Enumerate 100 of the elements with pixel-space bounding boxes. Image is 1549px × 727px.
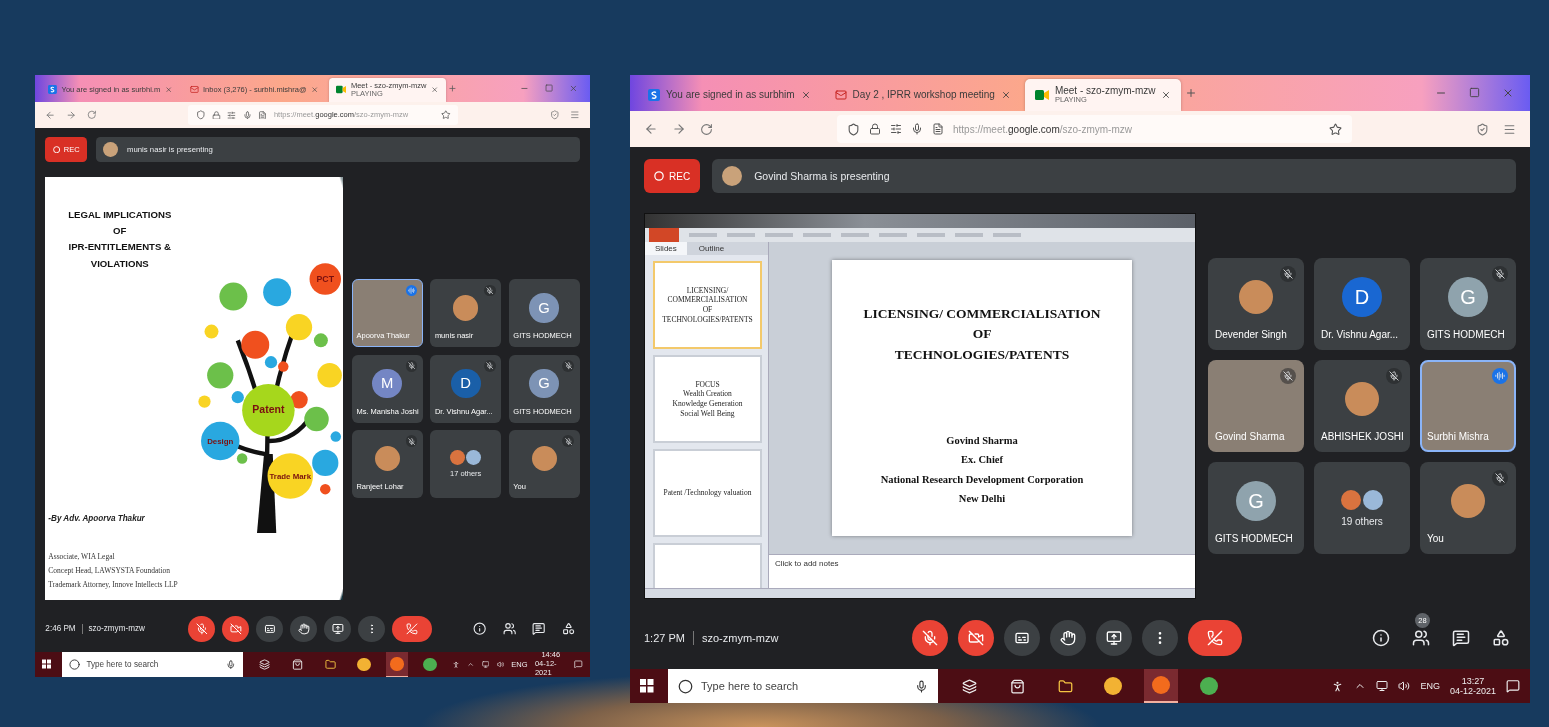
record-icon xyxy=(52,146,61,154)
video-tile[interactable]: Surbhi Mishra xyxy=(1420,360,1516,452)
shield-check-icon[interactable] xyxy=(1476,122,1489,136)
close-icon[interactable] xyxy=(310,86,319,94)
phone-off-icon xyxy=(406,623,419,635)
slide-detail: New Delhi xyxy=(958,492,1006,506)
maximize-icon[interactable] xyxy=(1469,87,1480,98)
browser-icon[interactable] xyxy=(1144,669,1178,703)
chat-button[interactable] xyxy=(532,622,546,636)
camera-button[interactable] xyxy=(958,620,994,656)
participant-tile[interactable]: 19 others xyxy=(1314,462,1410,554)
notes-field[interactable]: Click to add notes xyxy=(769,554,1195,588)
people-icon xyxy=(1412,629,1430,647)
info-icon xyxy=(473,622,487,636)
sliders-icon xyxy=(890,123,902,135)
microphone-button[interactable] xyxy=(912,620,948,656)
close-icon[interactable] xyxy=(800,90,811,100)
browser-icon[interactable] xyxy=(385,651,409,677)
shapes-icon xyxy=(561,622,576,636)
new-tab-icon[interactable] xyxy=(1185,87,1198,99)
mic-icon[interactable] xyxy=(915,679,928,693)
meeting-time: 2:46 PM xyxy=(45,624,76,634)
search-circle-icon xyxy=(69,658,81,670)
captions-icon xyxy=(263,623,276,635)
search-field[interactable]: Type here to search xyxy=(86,659,221,669)
clock-time[interactable]: 13:27 xyxy=(1461,675,1485,686)
leave-call-button[interactable] xyxy=(392,615,433,643)
forward-icon[interactable] xyxy=(672,122,686,136)
bookmark-star-icon[interactable] xyxy=(1329,122,1342,136)
person-icon[interactable] xyxy=(451,659,460,670)
notification-icon[interactable] xyxy=(1506,679,1520,693)
participant-count: 19 others xyxy=(1341,515,1383,527)
bookmark-star-icon[interactable] xyxy=(441,110,451,120)
avatar-placeholder xyxy=(1239,280,1273,314)
info-button[interactable] xyxy=(473,622,487,636)
back-icon[interactable] xyxy=(45,109,56,121)
shield-check-icon[interactable] xyxy=(550,110,560,120)
mic-icon[interactable] xyxy=(226,659,236,670)
close-icon[interactable] xyxy=(164,86,172,94)
captions-button[interactable] xyxy=(1004,620,1040,656)
participant-tile[interactable]: G GITS HODMECH xyxy=(1208,462,1304,554)
reload-icon[interactable] xyxy=(700,122,713,136)
activities-button[interactable] xyxy=(561,622,576,636)
bubble-label: Patent xyxy=(252,403,285,416)
camera-button[interactable] xyxy=(222,615,249,643)
people-button[interactable] xyxy=(502,622,517,636)
close-icon[interactable] xyxy=(430,86,439,94)
present-screen-icon xyxy=(331,623,344,635)
clock-date[interactable]: 04-12-2021 xyxy=(1449,686,1496,697)
avatar-initial: G xyxy=(529,368,559,399)
captions-button[interactable] xyxy=(256,615,283,643)
participant-tile[interactable]: ABHISHEK JOSHI xyxy=(1314,360,1410,452)
shield-icon xyxy=(195,110,206,120)
forward-icon[interactable] xyxy=(66,109,77,121)
activities-button[interactable] xyxy=(1492,629,1510,647)
browser-tab[interactable]: Day 2 , IPRR workshop meeting xyxy=(824,79,1021,111)
menu-icon[interactable] xyxy=(570,110,580,120)
leave-call-button[interactable] xyxy=(1188,620,1242,656)
avatar-placeholder xyxy=(531,446,557,472)
close-icon[interactable] xyxy=(1161,90,1172,100)
start-icon[interactable] xyxy=(42,659,52,670)
start-icon[interactable] xyxy=(640,679,654,693)
close-icon[interactable] xyxy=(1000,90,1011,100)
info-button[interactable] xyxy=(1372,629,1390,647)
pane-tab[interactable]: Slides xyxy=(645,242,687,255)
browser-tab[interactable]: You are signed in as surbhim xyxy=(638,79,821,111)
search-box[interactable]: Type here to search xyxy=(668,669,938,703)
raise-hand-button[interactable] xyxy=(1050,620,1086,656)
camera-off-icon xyxy=(968,630,984,646)
search-box[interactable]: Type here to search xyxy=(62,651,244,677)
notification-icon[interactable] xyxy=(574,659,583,670)
menu-icon[interactable] xyxy=(1503,122,1516,136)
pane-tab[interactable]: Outline xyxy=(688,242,735,255)
close-icon[interactable] xyxy=(1502,87,1514,99)
bubble-label: PCT xyxy=(316,273,335,284)
participant-tile[interactable]: D Dr. Vishnu Agar... xyxy=(1314,258,1410,350)
recording-button[interactable]: REC xyxy=(644,159,701,193)
participant-name: Dr. Vishnu Agar... xyxy=(1321,329,1399,340)
video-tile[interactable]: Govind Sharma xyxy=(1208,360,1304,452)
present-button[interactable] xyxy=(1096,620,1132,656)
participant-tile[interactable]: Devender Singh xyxy=(1208,258,1304,350)
chat-button[interactable] xyxy=(1452,629,1470,647)
chevron-up-icon[interactable] xyxy=(467,660,475,669)
avatar-placeholder xyxy=(453,295,479,321)
address-field[interactable]: https://meet.google.com/szo-zmym-mzw xyxy=(837,115,1352,143)
volume-icon[interactable] xyxy=(1398,680,1411,692)
back-icon[interactable] xyxy=(644,122,658,136)
slide-title: OF xyxy=(972,325,992,344)
present-button[interactable] xyxy=(324,615,351,643)
participant-tile[interactable]: You xyxy=(1420,462,1516,554)
tab-title: Meet - szo-zmym-mzw xyxy=(1054,85,1156,97)
video-camera-icon xyxy=(336,85,347,95)
raise-hand-button[interactable] xyxy=(290,615,317,643)
reload-icon[interactable] xyxy=(86,110,97,120)
people-button[interactable] xyxy=(1412,629,1430,647)
microphone-button[interactable] xyxy=(188,615,215,643)
participant-tile[interactable]: G GITS HODMECH xyxy=(1420,258,1516,350)
search-field[interactable]: Type here to search xyxy=(701,680,907,692)
avatar-initial: G xyxy=(1236,481,1276,521)
language-indicator[interactable]: ENG xyxy=(1420,681,1440,691)
